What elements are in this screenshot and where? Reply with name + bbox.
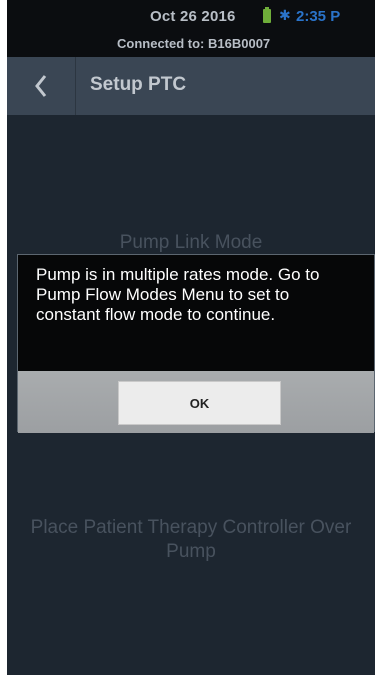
- page-title: Setup PTC: [90, 74, 187, 95]
- dialog-footer: OK: [18, 371, 374, 433]
- mode-label: Pump Link Mode: [119, 232, 263, 253]
- instruction-text: Place Patient Therapy Controller Over Pu…: [30, 517, 352, 562]
- battery-icon: [263, 7, 271, 23]
- bluetooth-icon: ✱: [279, 7, 291, 23]
- header-divider: [75, 57, 76, 115]
- status-bar: Oct 26 2016 ✱ 2:35 P Connected to: B16B0…: [7, 0, 375, 57]
- back-button[interactable]: [7, 57, 75, 115]
- alert-dialog: Pump is in multiple rates mode. Go to Pu…: [17, 254, 375, 433]
- connection-status: Connected to: B16B0007: [117, 36, 271, 51]
- dialog-body: Pump is in multiple rates mode. Go to Pu…: [18, 255, 374, 371]
- status-time: 2:35 P: [296, 8, 341, 25]
- status-date: Oct 26 2016: [150, 8, 236, 25]
- dialog-message: Pump is in multiple rates mode. Go to Pu…: [36, 265, 320, 324]
- chevron-left-icon: [35, 75, 47, 97]
- header-bar: Setup PTC: [7, 57, 375, 115]
- ok-button[interactable]: OK: [118, 381, 281, 425]
